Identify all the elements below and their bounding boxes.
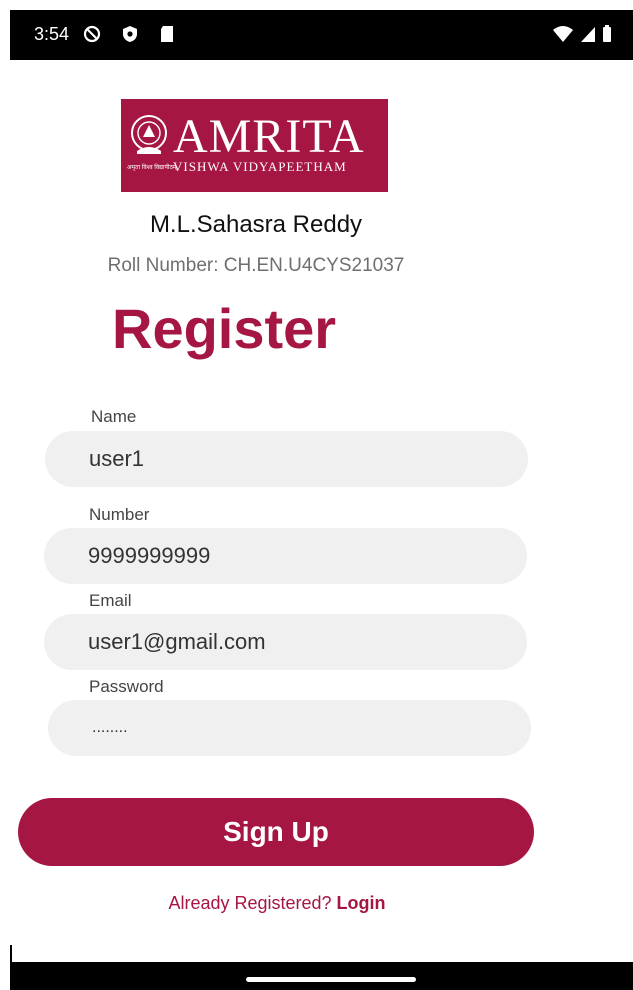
battery-icon	[601, 25, 613, 48]
number-label: Number	[89, 505, 150, 524]
email-label: Email	[89, 591, 132, 610]
status-bar: 3:54	[10, 10, 633, 60]
wifi-icon	[552, 26, 578, 48]
shield-icon	[120, 24, 140, 49]
top-strip	[0, 0, 633, 10]
logo-wordmark: AMRITA	[173, 110, 365, 163]
sd-card-icon	[158, 24, 176, 49]
page-title: Register	[112, 297, 337, 360]
sign-up-button[interactable]: Sign Up	[18, 798, 534, 866]
status-time: 3:54	[34, 24, 70, 44]
number-field[interactable]: 9999999999	[44, 528, 527, 584]
home-gesture-handle[interactable]	[246, 977, 416, 982]
navigation-bar	[10, 962, 633, 990]
email-field[interactable]: user1@gmail.com	[44, 614, 527, 670]
logo-tagline: अमृता विश्व विद्यापीठम्	[127, 165, 177, 171]
login-prompt-text: Already Registered?	[168, 893, 337, 913]
roll-number: Roll Number: CH.EN.U4CYS21037	[107, 255, 405, 276]
student-name: M.L.Sahasra Reddy	[149, 211, 363, 238]
password-field[interactable]: ........	[48, 700, 531, 756]
password-label: Password	[89, 677, 164, 696]
amrita-logo: अमृता विश्व विद्यापीठम् AMRITA VISHWA VI…	[121, 99, 388, 192]
signal-icon	[579, 27, 601, 48]
logo-subtitle: VISHWA VIDYAPEETHAM	[173, 159, 347, 174]
login-link[interactable]: Login	[337, 893, 386, 913]
name-label: Name	[91, 407, 137, 426]
university-emblem-icon	[131, 115, 167, 154]
login-prompt: Already Registered? Login	[0, 893, 554, 914]
name-field[interactable]: user1	[45, 431, 528, 487]
status-right-icons	[552, 24, 613, 49]
do-not-disturb-icon	[82, 24, 102, 49]
